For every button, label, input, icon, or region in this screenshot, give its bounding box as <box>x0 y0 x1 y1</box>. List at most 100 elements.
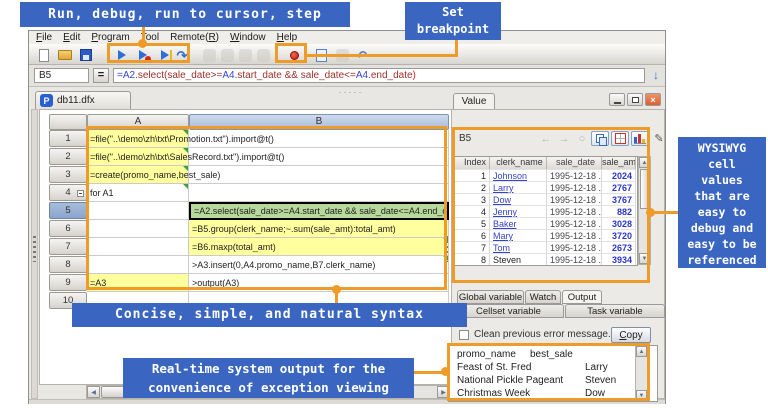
cell-ref-box[interactable]: B5 <box>34 68 89 83</box>
tab-watch[interactable]: Watch <box>525 290 561 304</box>
debug-icon[interactable] <box>135 47 151 63</box>
value-zoom-icon: ○ <box>573 131 591 146</box>
stop-icon-disabled <box>219 47 235 63</box>
menu-edit[interactable]: Edit <box>63 32 80 43</box>
menu-file[interactable]: File <box>36 32 52 43</box>
run-to-cursor-icon[interactable] <box>157 47 173 63</box>
row-header-1[interactable]: 1 <box>49 130 87 147</box>
table-row[interactable]: 6Mary1995-12-18 ..3720 <box>455 229 637 241</box>
save-icon[interactable] <box>78 47 94 63</box>
annotation-concise-syntax: Concise, simple, and natural syntax <box>72 303 467 327</box>
cell-B5-selected[interactable]: =A2.select(sale_date>=A4.start_date && s… <box>189 202 449 220</box>
table-row[interactable]: 1Johnson1995-12-18 ..2024 <box>455 169 637 181</box>
tab-global-variable[interactable]: Global variable <box>457 290 524 304</box>
scroll-up-icon[interactable]: ▲ <box>639 157 650 168</box>
scroll-left-icon[interactable]: ◀ <box>87 386 100 398</box>
overflow-marker-icon <box>443 256 448 261</box>
open-file-icon[interactable] <box>57 47 73 63</box>
output-console[interactable]: promo_name best_sale Feast of St. Fred L… <box>448 345 658 402</box>
tab-task-variable[interactable]: Task variable <box>565 304 665 318</box>
document-tab-row: P db11.dfx <box>29 91 665 109</box>
cell-B4[interactable] <box>189 184 449 202</box>
cell-A7[interactable] <box>87 238 189 256</box>
annotation-wysiwyg: WYSIWYGcell valuesthat are easy todebug … <box>678 137 766 268</box>
connector-dot <box>441 367 450 376</box>
cell-A6[interactable] <box>87 220 189 238</box>
row-header-5[interactable]: 5 <box>49 202 87 219</box>
row-header-9[interactable]: 9 <box>49 274 87 291</box>
breakpoint-icon[interactable] <box>286 47 302 63</box>
formula-input[interactable]: =A2.select(sale_date>=A4.start_date && s… <box>113 68 645 83</box>
tab-cellset-variable[interactable]: Cellset variable <box>453 304 564 318</box>
table-row[interactable]: 8Steven1995-12-18 ..3934 <box>455 253 637 265</box>
col-sale-amt[interactable]: sale_amt <box>602 157 636 169</box>
connector-dot <box>646 208 655 217</box>
pause-icon-disabled <box>201 47 217 63</box>
menu-remote[interactable]: Remote(R) <box>170 32 219 43</box>
scroll-up-icon[interactable]: ▲ <box>636 346 647 357</box>
value-copy-icon[interactable] <box>591 131 609 146</box>
table-row[interactable]: 3Dow1995-12-18 ..3767 <box>455 193 637 205</box>
expand-formula-icon[interactable]: ↓ <box>649 68 663 83</box>
vscroll-thumb[interactable] <box>640 169 649 209</box>
scroll-down-icon[interactable]: ▼ <box>636 390 647 401</box>
calc-icon-disabled <box>237 47 253 63</box>
cell-A2[interactable]: =file("..\demo\zh\txt\SalesRecord.txt").… <box>87 148 189 166</box>
cell-A8[interactable] <box>87 256 189 274</box>
grid-corner-header[interactable] <box>49 114 87 130</box>
column-header-b[interactable]: B <box>189 114 449 130</box>
cell-B3[interactable] <box>189 166 449 184</box>
output-row-name: National Pickle Pageant <box>457 375 563 386</box>
value-forward-icon: → <box>555 131 573 146</box>
menu-program[interactable]: Program <box>91 32 129 43</box>
row-header-6[interactable]: 6 <box>49 220 87 237</box>
table-row[interactable]: 2Larry1995-12-18 ..2767 <box>455 181 637 193</box>
output-col-value: best_sale <box>530 349 573 360</box>
col-clerk-name[interactable]: clerk_name <box>490 157 547 169</box>
row-header-2[interactable]: 2 <box>49 148 87 165</box>
close-button[interactable]: × <box>645 93 661 106</box>
minimize-button[interactable] <box>609 93 625 106</box>
step-execute-icon[interactable]: ↷ <box>174 47 190 63</box>
clean-error-checkbox[interactable] <box>459 330 469 340</box>
row-header-3[interactable]: 3 <box>49 166 87 183</box>
row-header-4[interactable]: 4 <box>49 184 87 201</box>
value-chart-icon[interactable] <box>631 131 649 146</box>
row-header-8[interactable]: 8 <box>49 256 87 273</box>
cell-A1[interactable]: =file("..\demo\zh\txt\Promotion.txt").im… <box>87 130 189 148</box>
column-header-a[interactable]: A <box>87 114 189 130</box>
tab-db11-dfx[interactable]: P db11.dfx <box>35 91 131 109</box>
output-row-name: Christmas Week <box>457 388 530 399</box>
output-vscrollbar[interactable]: ▲ ▼ <box>635 346 648 401</box>
cell-B8[interactable]: >A3.insert(0,A4.promo_name,B7.clerk_name… <box>189 256 449 274</box>
cell-B6[interactable]: =B5.group(clerk_name;~.sum(sale_amt):tot… <box>189 220 449 238</box>
cell-A9[interactable]: =A3 <box>87 274 189 292</box>
doc-tab-label: db11.dfx <box>57 95 95 106</box>
cell-B9[interactable]: >output(A3) <box>189 274 449 292</box>
value-edit-pencil-icon[interactable]: ✎ <box>650 131 668 146</box>
table-row[interactable]: 5Baker1995-12-18 ..3028 <box>455 217 637 229</box>
tab-value[interactable]: Value <box>453 93 495 110</box>
value-grid-icon[interactable] <box>611 131 629 146</box>
cell-A4[interactable]: for A1 <box>87 184 189 202</box>
copy-button[interactable]: Copy <box>611 327 651 343</box>
scroll-down-icon[interactable]: ▼ <box>639 253 650 264</box>
equals-button[interactable]: = <box>93 68 109 83</box>
restore-button[interactable] <box>627 93 643 106</box>
cell-A5[interactable] <box>87 202 189 220</box>
cell-B7[interactable]: =B6.maxp(total_amt) <box>189 238 449 256</box>
annotation-run-debug: Run, debug, run to cursor, step <box>20 2 350 27</box>
col-sale-date[interactable]: sale_date <box>547 157 602 169</box>
new-file-icon[interactable] <box>36 47 52 63</box>
cell-A3[interactable]: =create(promo_name,best_sale) <box>87 166 189 184</box>
menu-help[interactable]: Help <box>277 32 298 43</box>
run-icon[interactable] <box>114 47 130 63</box>
menu-window[interactable]: Window <box>230 32 266 43</box>
collapse-minus-icon[interactable] <box>77 190 84 197</box>
annotation-set-breakpoint: Set breakpoint <box>405 2 501 40</box>
row-header-7[interactable]: 7 <box>49 238 87 255</box>
table-row[interactable]: 4Jenny1995-12-18 ..882 <box>455 205 637 217</box>
col-index[interactable]: Index <box>455 157 490 169</box>
table-row[interactable]: 7Tom1995-12-18 ..2673 <box>455 241 637 253</box>
tab-output[interactable]: Output <box>562 290 602 304</box>
